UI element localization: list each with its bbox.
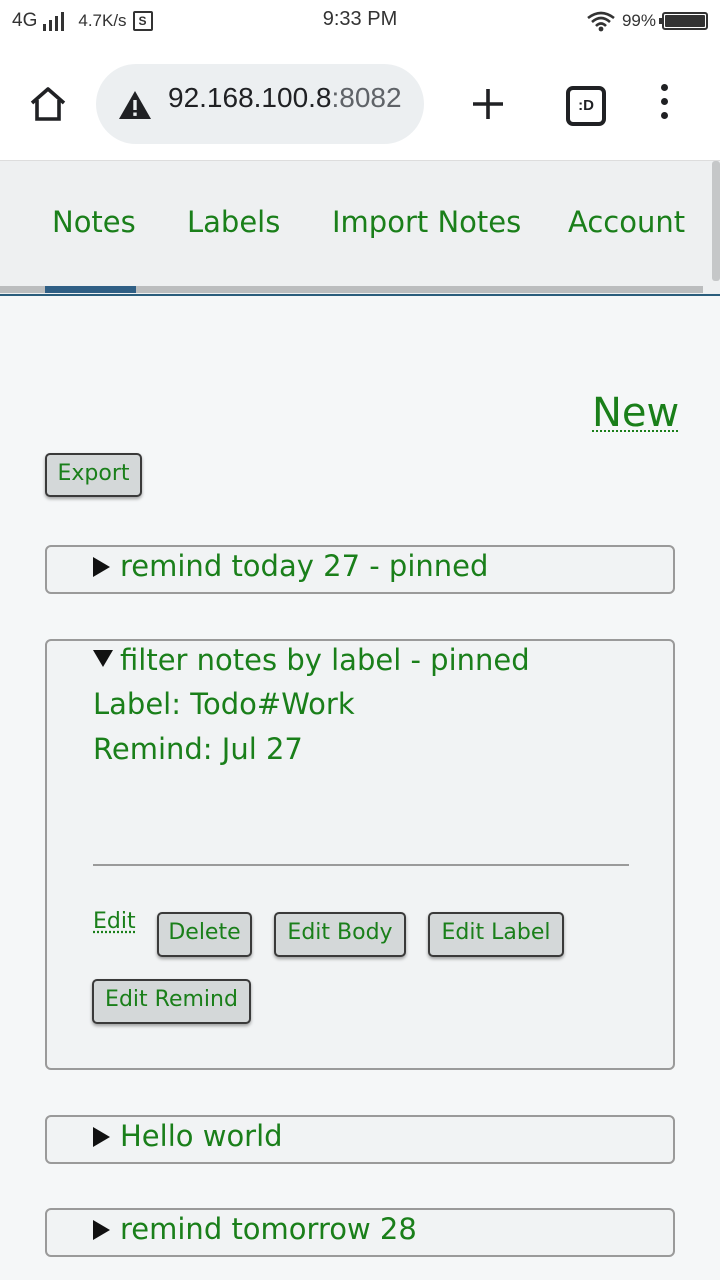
browser-toolbar: 92.168.100.8:8082 :D (0, 44, 720, 161)
note-divider (93, 864, 629, 866)
battery-icon (659, 12, 708, 30)
app-nav: Notes Labels Import Notes Account (0, 161, 720, 296)
warning-icon[interactable] (118, 89, 152, 121)
note-summary[interactable]: remind today 27 - pinned (93, 549, 488, 583)
export-button[interactable]: Export (45, 453, 142, 497)
status-bar: 4G 4.7K/s S 9:33 PM 99% (0, 0, 720, 44)
nav-scroll-thumb[interactable] (45, 286, 136, 293)
note-remind-line: Remind: Jul 27 (93, 732, 303, 766)
new-tab-icon[interactable] (468, 84, 508, 124)
nav-labels[interactable]: Labels (187, 205, 280, 239)
edit-remind-button[interactable]: Edit Remind (92, 979, 251, 1024)
expand-triangle-icon (93, 1220, 110, 1240)
edit-label-button[interactable]: Edit Label (428, 912, 564, 957)
edit-body-button[interactable]: Edit Body (274, 912, 406, 957)
home-icon[interactable] (28, 84, 68, 124)
collapse-triangle-icon (93, 650, 113, 667)
note-item[interactable]: remind tomorrow 28 (45, 1208, 675, 1257)
page-scrollbar[interactable] (712, 161, 720, 281)
note-title: remind tomorrow 28 (120, 1212, 417, 1246)
note-title: Hello world (120, 1119, 283, 1153)
url-host: 92.168.100.8 (168, 82, 332, 113)
expand-triangle-icon (93, 1127, 110, 1147)
note-summary[interactable]: remind tomorrow 28 (93, 1212, 417, 1246)
edit-link[interactable]: Edit (93, 909, 136, 934)
note-summary[interactable]: filter notes by label - pinned (93, 643, 530, 677)
address-bar[interactable]: 92.168.100.8:8082 (96, 64, 424, 144)
note-item-expanded: filter notes by label - pinned Label: To… (45, 639, 675, 1070)
note-item[interactable]: Hello world (45, 1115, 675, 1164)
note-label-line: Label: Todo#Work (93, 687, 355, 721)
wifi-icon (587, 11, 615, 32)
note-summary[interactable]: Hello world (93, 1119, 283, 1153)
note-title: filter notes by label - pinned (120, 643, 530, 677)
battery-percent: 99% (621, 11, 656, 30)
delete-button[interactable]: Delete (157, 912, 252, 957)
note-item[interactable]: remind today 27 - pinned (45, 545, 675, 594)
more-menu-icon[interactable] (656, 84, 672, 124)
note-title: remind today 27 - pinned (120, 549, 489, 583)
nav-account[interactable]: Account (568, 205, 685, 239)
expand-triangle-icon (93, 557, 110, 577)
nav-notes[interactable]: Notes (52, 205, 136, 239)
new-note-link[interactable]: New (592, 390, 679, 436)
url-text[interactable]: 92.168.100.8:8082 (168, 82, 402, 114)
tab-switcher-button[interactable]: :D (566, 86, 606, 126)
nav-import-notes[interactable]: Import Notes (332, 205, 521, 239)
url-port: :8082 (331, 82, 402, 113)
